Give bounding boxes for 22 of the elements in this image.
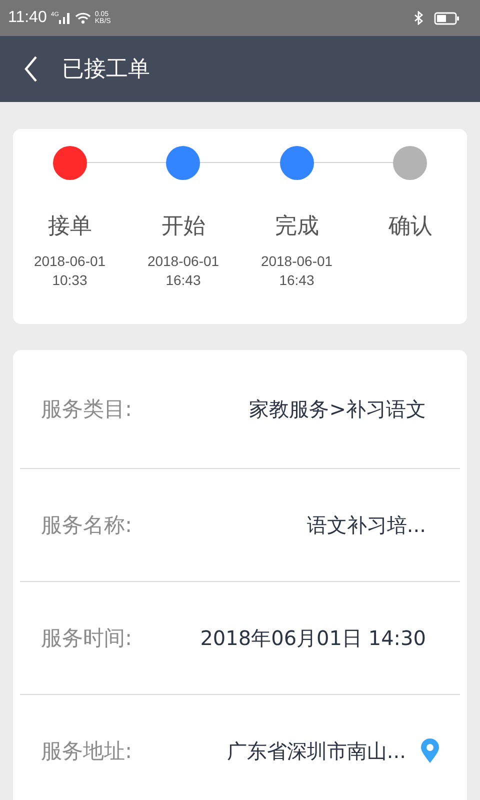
field-label: 服务名称: — [41, 512, 132, 539]
step-label: 完成 — [274, 213, 319, 241]
step-time: 2018-06-01 16:43 — [147, 252, 220, 290]
step-time: 2018-06-01 10:33 — [34, 252, 106, 290]
page-title: 已接工单 — [62, 56, 150, 84]
status-time: 11:40 — [8, 9, 47, 27]
step-label: 确认 — [388, 213, 432, 241]
battery-icon — [434, 12, 460, 24]
location-pin-icon[interactable] — [420, 738, 440, 764]
field-value: 2018年06月01日 14:30 — [200, 624, 426, 652]
field-value: 语文补习培... — [306, 512, 426, 538]
field-label: 服务类目: — [41, 396, 132, 423]
field-value: 广东省深圳市南山... — [226, 738, 406, 764]
step-label: 接单 — [48, 213, 92, 241]
field-label: 服务地址: — [41, 738, 132, 765]
step-time: 2018-06-01 16:43 — [260, 252, 333, 290]
field-value: 家教服务>补习语文 — [249, 396, 426, 422]
bluetooth-icon — [414, 11, 424, 25]
step-label: 开始 — [161, 213, 206, 241]
wifi-icon — [74, 12, 91, 24]
signal-icon — [58, 12, 71, 24]
field-label: 服务时间: — [41, 625, 132, 652]
